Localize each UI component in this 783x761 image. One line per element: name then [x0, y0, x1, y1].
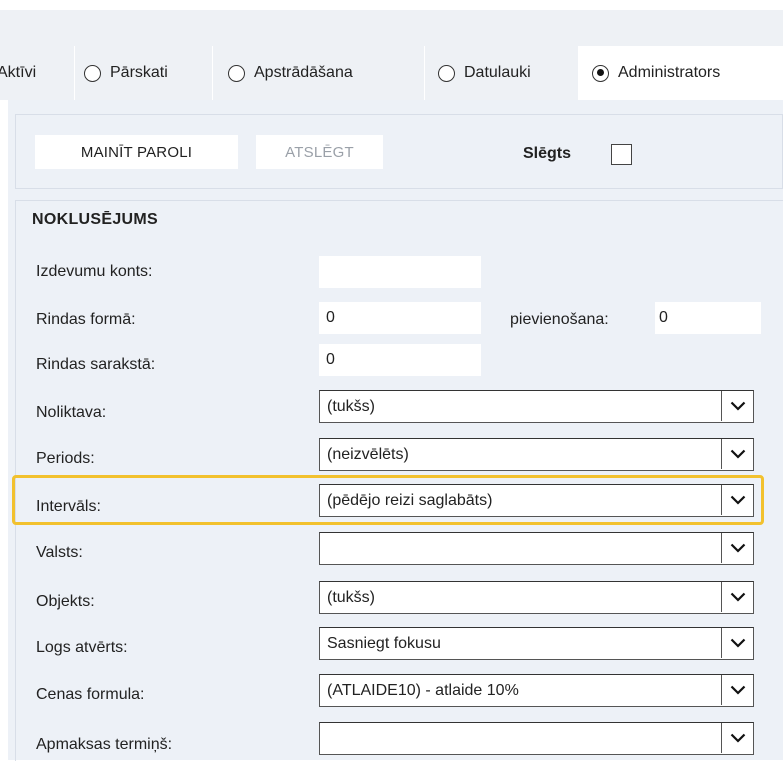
select-value: (tukšs): [327, 589, 375, 606]
chevron-down-icon[interactable]: [721, 723, 753, 753]
period-select[interactable]: (neizvēlēts): [319, 438, 754, 471]
field-label-payment-term: Apmaksas termiņš:: [36, 736, 173, 753]
field-label-window-opened: Logs atvērts:: [36, 639, 128, 656]
tab-label: Pārskati: [110, 64, 168, 81]
warehouse-select[interactable]: (tukšs): [319, 390, 754, 423]
tab-label: Apstrādāšana: [254, 64, 353, 81]
field-label-period: Periods:: [36, 450, 95, 467]
tab-aktivi[interactable]: Aktīvi: [0, 46, 36, 100]
radio-icon[interactable]: [438, 64, 455, 82]
interval-highlight-box: [12, 475, 764, 525]
field-label-warehouse: Noliktava:: [36, 404, 107, 421]
chevron-down-icon[interactable]: [721, 582, 753, 612]
tab-datulauki[interactable]: Datulauki: [438, 46, 531, 100]
tab-separator: [424, 46, 425, 100]
select-value: (neizvēlēts): [327, 446, 409, 463]
top-strip: [0, 0, 783, 10]
field-label-rows-list: Rindas sarakstā:: [36, 356, 156, 373]
tab-apstradasana[interactable]: Apstrādāšana: [228, 46, 353, 100]
rows-list-input[interactable]: 0: [319, 344, 481, 376]
chevron-down-icon[interactable]: [721, 391, 753, 421]
tab-separator: [212, 46, 213, 100]
field-label-price-formula: Cenas formula:: [36, 686, 145, 703]
tab-bar: Aktīvi Pārskati Apstrādāšana Datulauki A…: [0, 46, 783, 100]
window-opened-select[interactable]: Sasniegt fokusu: [319, 627, 754, 660]
select-value: Sasniegt fokusu: [327, 635, 441, 652]
tab-separator: [74, 46, 75, 100]
country-select[interactable]: [319, 532, 754, 565]
tab-label: Aktīvi: [0, 64, 37, 81]
chevron-down-icon[interactable]: [721, 439, 753, 469]
chevron-down-icon[interactable]: [721, 675, 753, 705]
rows-form-input[interactable]: 0: [319, 302, 481, 334]
price-formula-select[interactable]: (ATLAIDE10) - atlaide 10%: [319, 674, 754, 707]
expense-account-input[interactable]: [319, 256, 481, 288]
tab-parskati[interactable]: Pārskati: [84, 46, 168, 100]
field-label-expense-account: Izdevumu konts:: [36, 263, 153, 280]
chevron-down-icon[interactable]: [721, 533, 753, 563]
chevron-down-icon[interactable]: [721, 628, 753, 658]
section-title: NOKLUSĒJUMS: [28, 211, 162, 229]
select-value: (ATLAIDE10) - atlaide 10%: [327, 682, 519, 699]
closed-label: Slēgts: [523, 145, 572, 162]
field-label-object: Objekts:: [36, 593, 95, 610]
tab-bar-top: [0, 10, 783, 46]
tab-label: Datulauki: [464, 64, 531, 81]
field-label-adding: pievienošana:: [510, 311, 609, 328]
closed-checkbox[interactable]: [611, 144, 632, 165]
radio-icon[interactable]: [84, 64, 101, 82]
adding-input[interactable]: 0: [655, 302, 761, 334]
unlock-button[interactable]: ATSLĒGT: [256, 135, 383, 169]
radio-icon[interactable]: [228, 64, 245, 82]
select-value: (tukšs): [327, 398, 375, 415]
tab-administrators[interactable]: Administrators: [578, 46, 783, 100]
change-password-button[interactable]: MAINĪT PAROLI: [35, 135, 238, 169]
payment-term-select[interactable]: [319, 722, 754, 755]
field-label-rows-form: Rindas formā:: [36, 311, 136, 328]
tab-label: Administrators: [618, 64, 721, 81]
field-label-country: Valsts:: [36, 544, 83, 561]
radio-checked-icon[interactable]: [592, 64, 609, 82]
object-select[interactable]: (tukšs): [319, 581, 754, 614]
